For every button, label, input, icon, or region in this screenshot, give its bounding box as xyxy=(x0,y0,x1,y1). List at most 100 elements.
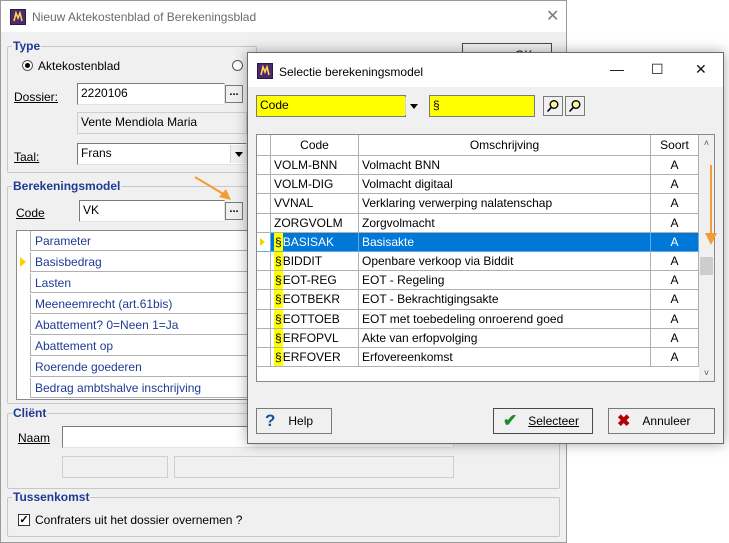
berekeningsmodel-group-label: Berekeningsmodel xyxy=(12,179,122,193)
cell-omschrijving: Akte van erfopvolging xyxy=(359,328,651,348)
param-row[interactable]: Lasten xyxy=(17,273,261,293)
dossier-input[interactable]: 2220106 xyxy=(77,83,225,105)
dialog-titlebar: Selectie berekeningsmodel — ☐ ✕ xyxy=(248,53,723,87)
main-window-close-icon[interactable]: ✕ xyxy=(546,9,559,25)
code-text: ERFOVER xyxy=(282,350,341,364)
result-row[interactable]: §EOTTOEB EOT met toebedeling onroerend go… xyxy=(257,309,699,329)
code-prefix: § xyxy=(274,290,283,309)
code-prefix: § xyxy=(274,348,283,366)
result-row[interactable]: §ERFOPVL Akte van erfopvolging A xyxy=(257,328,699,348)
code-text: ZORGVOLM xyxy=(274,215,343,230)
client-group-label: Cliënt xyxy=(12,406,48,420)
param-row[interactable]: Parameter xyxy=(17,231,261,251)
annuleer-button[interactable]: ✖ Annuleer xyxy=(608,408,715,434)
row-pointer-icon xyxy=(17,252,31,272)
param-row[interactable]: Bedrag ambtshalve inschrijving xyxy=(17,378,261,398)
dossier-label: Dossier: xyxy=(14,90,59,104)
result-row[interactable]: §EOTBEKR EOT - Bekrachtigingsakte A xyxy=(257,290,699,310)
row-indicator xyxy=(257,328,271,348)
cell-code: §EOT-REG xyxy=(271,271,359,291)
result-row[interactable]: VVNAL Verklaring verwerping nalatenschap A xyxy=(257,194,699,214)
help-button[interactable]: ? Help xyxy=(256,408,332,434)
maximize-icon[interactable]: ☐ xyxy=(651,62,664,76)
result-row[interactable]: §BASISAK Basisakte A xyxy=(257,232,699,252)
cell-soort: A xyxy=(651,309,699,329)
cell-code: VOLM-DIG xyxy=(271,175,359,195)
cell-soort: A xyxy=(651,290,699,310)
code-prefix: § xyxy=(274,271,283,290)
code-prefix: § xyxy=(274,328,283,347)
code-text: EOTTOEB xyxy=(282,311,340,326)
dialog-title: Selectie berekeningsmodel xyxy=(279,65,424,79)
search-input[interactable]: § xyxy=(429,95,535,117)
column-header-soort[interactable]: Soort xyxy=(651,135,699,156)
cell-omschrijving: Basisakte xyxy=(359,232,651,252)
cell-code: §BASISAK xyxy=(271,232,359,252)
search-next-button[interactable] xyxy=(565,96,585,116)
code-prefix: § xyxy=(274,232,283,251)
param-row[interactable]: Basisbedrag xyxy=(17,252,261,272)
cell-code: §ERFOVER xyxy=(271,348,359,368)
cell-soort: A xyxy=(651,328,699,348)
confraters-checkbox[interactable]: ✓ xyxy=(18,514,30,526)
cell-soort: A xyxy=(651,348,699,368)
param-row[interactable]: Meeneemrecht (art.61bis) xyxy=(17,294,261,314)
scroll-down-icon[interactable]: ˅ xyxy=(699,365,714,381)
column-header-omschrijving[interactable]: Omschrijving xyxy=(359,135,651,156)
naam-label: Naam xyxy=(18,431,51,445)
search-next-icon xyxy=(568,100,581,113)
cell-soort: A xyxy=(651,156,699,176)
cell-code: §EOTTOEB xyxy=(271,309,359,329)
cell-soort: A xyxy=(651,271,699,291)
search-field-dropdown[interactable] xyxy=(405,97,421,115)
cell-omschrijving: Volmacht BNN xyxy=(359,156,651,176)
column-header-code[interactable]: Code xyxy=(271,135,359,156)
code-text: EOTBEKR xyxy=(282,292,341,307)
berekeningsblad-radio[interactable] xyxy=(232,60,243,71)
code-text: EOT-REG xyxy=(282,273,337,288)
scroll-thumb[interactable] xyxy=(700,257,713,275)
dialog-close-icon[interactable]: ✕ xyxy=(695,62,707,76)
header-indicator xyxy=(257,135,271,156)
selecteer-button[interactable]: ✔ Selecteer xyxy=(493,408,593,434)
row-indicator xyxy=(257,213,271,233)
aktekostenblad-radio[interactable] xyxy=(22,60,33,71)
chevron-down-icon xyxy=(409,103,418,109)
row-indicator xyxy=(257,175,271,195)
row-indicator xyxy=(257,156,271,176)
code-text: VOLM-DIG xyxy=(274,177,334,192)
cell-code: ZORGVOLM xyxy=(271,213,359,233)
param-row[interactable]: Abattement? 0=Neen 1=Ja xyxy=(17,315,261,335)
cell-soort: A xyxy=(651,213,699,233)
cell-omschrijving: EOT met toebedeling onroerend goed xyxy=(359,309,651,329)
result-row[interactable]: §EOT-REG EOT - Regeling A xyxy=(257,271,699,291)
taal-dropdown-button[interactable] xyxy=(230,145,246,163)
code-text: VVNAL xyxy=(274,196,314,211)
dossier-browse-button[interactable]: ... xyxy=(225,85,243,103)
result-row[interactable]: ZORGVOLM Zorgvolmacht A xyxy=(257,213,699,233)
results-grid: Code Omschrijving Soort VOLM-BNN Volmacht… xyxy=(256,134,715,382)
cell-code: §BIDDIT xyxy=(271,252,359,272)
minimize-icon[interactable]: — xyxy=(610,62,624,76)
row-indicator xyxy=(257,290,271,310)
search-button[interactable] xyxy=(543,96,563,116)
scroll-up-icon[interactable]: ˄ xyxy=(699,135,714,151)
search-field-select[interactable]: Code xyxy=(256,95,406,117)
annotation-arrow-icon xyxy=(705,165,717,245)
cell-omschrijving: EOT - Bekrachtigingsakte xyxy=(359,290,651,310)
chevron-down-icon xyxy=(234,151,243,157)
main-window-title: Nieuw Aktekostenblad of Berekeningsblad xyxy=(32,10,257,24)
code-prefix: § xyxy=(274,309,283,328)
result-row[interactable]: §BIDDIT Openbare verkoop via Biddit A xyxy=(257,252,699,272)
param-row[interactable]: Abattement op xyxy=(17,336,261,356)
param-row[interactable]: Roerende goederen xyxy=(17,357,261,377)
cancel-x-icon: ✖ xyxy=(617,413,631,430)
cell-soort: A xyxy=(651,252,699,272)
result-row[interactable]: VOLM-BNN Volmacht BNN A xyxy=(257,156,699,176)
cell-soort: A xyxy=(651,175,699,195)
result-row[interactable]: §ERFOVER Erfovereenkomst A xyxy=(257,348,699,368)
result-row[interactable]: VOLM-DIG Volmacht digitaal A xyxy=(257,175,699,195)
app-logo-icon xyxy=(10,9,26,25)
client-field-1 xyxy=(62,456,168,478)
taal-select[interactable]: Frans xyxy=(77,143,247,165)
